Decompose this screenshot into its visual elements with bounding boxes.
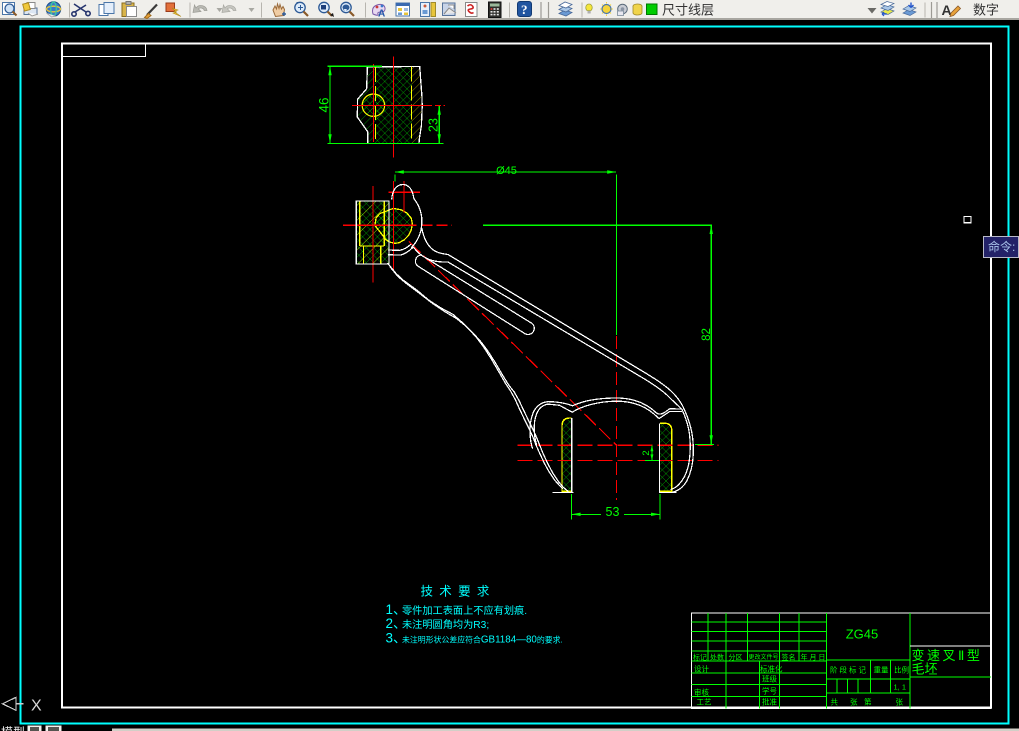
- svg-text:尺寸线层: 尺寸线层: [662, 3, 714, 18]
- svg-text:班级: 班级: [762, 674, 777, 684]
- svg-text:标记: 标记: [693, 652, 707, 661]
- svg-text:签名: 签名: [782, 652, 796, 661]
- svg-text:23: 23: [426, 118, 440, 132]
- svg-text:1, 1: 1, 1: [894, 683, 907, 692]
- svg-text:毛坯: 毛坯: [912, 662, 938, 677]
- svg-text:审核: 审核: [694, 687, 709, 697]
- svg-text:阶段标记: 阶段标记: [830, 665, 868, 675]
- svg-text:标准化: 标准化: [760, 664, 783, 674]
- svg-text:46: 46: [317, 97, 332, 112]
- svg-text:张: 张: [850, 698, 858, 707]
- svg-text:比例: 比例: [894, 665, 909, 675]
- svg-text:分区: 分区: [729, 652, 743, 661]
- svg-text:82: 82: [701, 328, 713, 341]
- svg-text:模型: 模型: [1, 726, 25, 731]
- svg-text:设计: 设计: [694, 664, 709, 674]
- svg-text:更改文件号: 更改文件号: [749, 653, 779, 661]
- svg-text:53: 53: [606, 505, 620, 519]
- svg-text:处数: 处数: [710, 652, 724, 661]
- svg-text:重量: 重量: [874, 666, 889, 675]
- svg-text:第: 第: [864, 697, 872, 707]
- svg-text:共: 共: [831, 698, 839, 707]
- svg-text:张: 张: [896, 698, 904, 707]
- svg-text:A: A: [378, 9, 385, 20]
- svg-text:工艺: 工艺: [697, 697, 712, 706]
- svg-text:技术要求: 技术要求: [421, 585, 496, 599]
- svg-text:2: 2: [641, 450, 652, 455]
- svg-text:学号: 学号: [762, 686, 777, 696]
- svg-text:?: ?: [521, 2, 528, 17]
- svg-text:批准: 批准: [762, 696, 777, 706]
- svg-text:X: X: [31, 698, 42, 715]
- svg-text:ZG45: ZG45: [846, 627, 879, 642]
- svg-text:Ø45: Ø45: [496, 165, 517, 177]
- svg-text:年 月 日: 年 月 日: [801, 652, 826, 661]
- svg-text:数字: 数字: [973, 3, 999, 18]
